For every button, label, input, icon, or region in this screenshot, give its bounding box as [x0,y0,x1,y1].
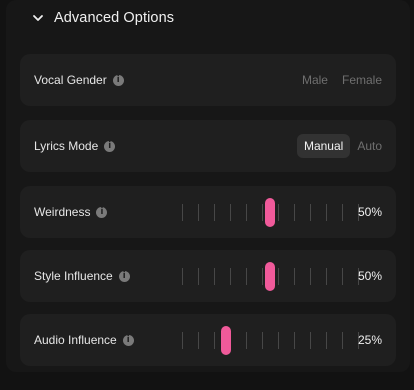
weirdness-label: Weirdness [34,205,91,219]
slider-tick [326,268,327,285]
slider-tick [310,204,311,221]
slider-tick [262,204,263,221]
style-influence-label: Style Influence [34,269,113,283]
slider-tick [262,332,263,349]
lyrics-mode-selector: Manual Auto [296,120,389,172]
slider-tick [198,332,199,349]
slider-tick [294,268,295,285]
vocal-gender-option-male[interactable]: Male [295,68,335,92]
vocal-gender-option-female[interactable]: Female [335,68,389,92]
slider-tick [342,268,343,285]
slider-tick [294,204,295,221]
weirdness-value: 50% [357,205,382,219]
info-icon[interactable]: i [122,334,134,346]
slider-tick [262,268,263,285]
lyrics-mode-option-manual[interactable]: Manual [296,134,351,158]
slider-thumb[interactable] [221,326,231,355]
slider-tick [182,268,183,285]
slider-tick [182,204,183,221]
slider-tick [182,332,183,349]
slider-tick [326,332,327,349]
vocal-gender-selector: Male Female [295,54,389,106]
vocal-gender-row: Vocal Gender i Male Female [20,54,396,106]
slider-thumb[interactable] [265,262,275,291]
lyrics-mode-row: Lyrics Mode i Manual Auto [20,120,396,172]
vocal-gender-label: Vocal Gender [34,73,107,87]
info-icon[interactable]: i [96,206,108,218]
weirdness-row: Weirdness i 50% [20,186,396,238]
advanced-options-title: Advanced Options [54,10,175,26]
slider-tick [310,268,311,285]
weirdness-slider[interactable] [180,186,360,238]
slider-tick [278,204,279,221]
slider-tick [310,332,311,349]
slider-tick [198,268,199,285]
info-icon[interactable]: i [112,74,124,86]
lyrics-mode-option-auto[interactable]: Auto [350,134,389,158]
info-icon[interactable]: i [104,140,116,152]
slider-tick [278,268,279,285]
slider-tick [246,332,247,349]
lyrics-mode-label: Lyrics Mode [34,139,99,153]
style-influence-row: Style Influence i 50% [20,250,396,302]
slider-tick [214,268,215,285]
slider-tick [294,332,295,349]
slider-tick [214,332,215,349]
advanced-options-toggle[interactable]: Advanced Options [32,7,174,29]
audio-influence-slider[interactable] [180,314,360,366]
slider-tick [246,204,247,221]
slider-tick [342,204,343,221]
slider-tick [278,332,279,349]
info-icon[interactable]: i [118,270,130,282]
slider-tick [230,204,231,221]
slider-tick [198,204,199,221]
slider-thumb[interactable] [265,198,275,227]
slider-tick [214,204,215,221]
slider-tick [342,332,343,349]
chevron-down-icon [32,12,44,24]
slider-tick [246,268,247,285]
style-influence-value: 50% [357,269,382,283]
slider-tick [326,204,327,221]
audio-influence-value: 25% [357,333,382,347]
style-influence-slider[interactable] [180,250,360,302]
audio-influence-row: Audio Influence i 25% [20,314,396,366]
slider-tick [230,268,231,285]
audio-influence-label: Audio Influence [34,333,117,347]
